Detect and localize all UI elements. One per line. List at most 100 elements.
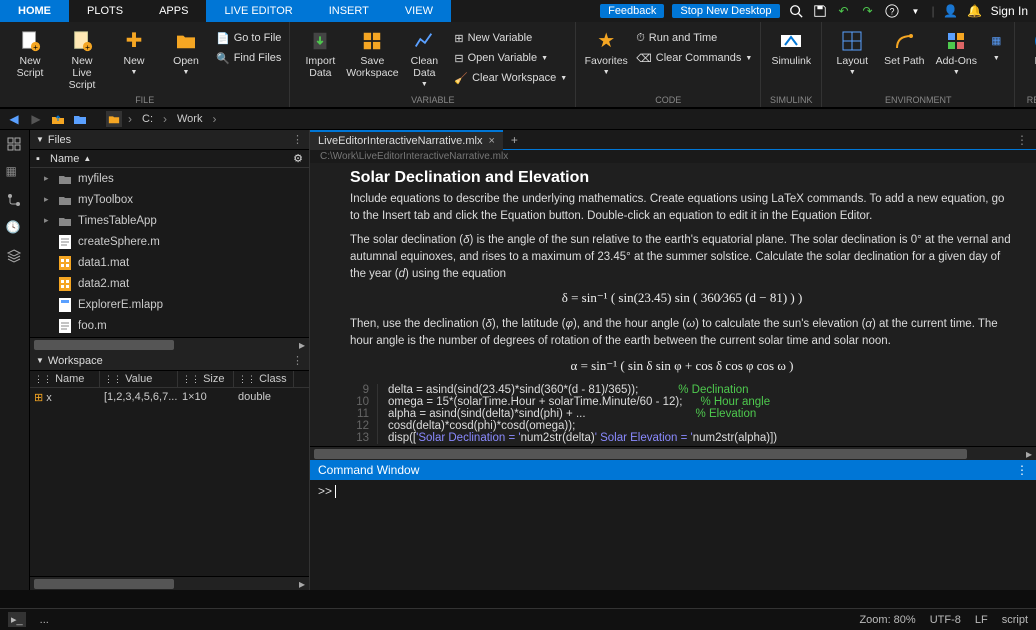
doc-para2: The solar declination (δ) is the angle o… xyxy=(350,232,1014,282)
files-menu-icon[interactable]: ⋮ xyxy=(292,133,303,146)
addons-button[interactable]: Add-Ons▼ xyxy=(932,25,980,77)
address-bar: ◀ ▶ › C: › Work › xyxy=(0,108,1036,130)
find-files-button[interactable]: 🔍Find Files xyxy=(214,49,283,67)
help-icon[interactable]: ? xyxy=(884,3,900,19)
files-panel-header[interactable]: ▼Files⋮ xyxy=(30,130,309,150)
browse-icon[interactable] xyxy=(72,111,88,127)
breadcrumb-folder[interactable]: Work xyxy=(173,113,206,125)
ws-col-value[interactable]: ⋮⋮ Value xyxy=(100,371,178,387)
folder-icon xyxy=(58,193,72,207)
file-row[interactable]: data2.mat xyxy=(30,273,309,294)
files-settings-icon[interactable]: ⚙ xyxy=(293,152,303,165)
sign-in-link[interactable]: Sign In xyxy=(991,4,1028,18)
ws-col-class[interactable]: ⋮⋮ Class xyxy=(234,371,294,387)
files-view-icon[interactable] xyxy=(6,136,24,154)
folder-root-icon[interactable] xyxy=(106,111,122,127)
file-name: data2.mat xyxy=(78,278,129,290)
group-code-label: CODE xyxy=(582,94,754,107)
bell-icon[interactable]: 🔔 xyxy=(967,3,983,19)
grid-icon[interactable]: ▦ xyxy=(6,164,24,182)
run-time-button[interactable]: ⏱Run and Time xyxy=(634,29,754,47)
var-icon: ⊞ xyxy=(34,392,43,404)
tab-live-editor[interactable]: LIVE EDITOR xyxy=(206,0,310,22)
file-row[interactable]: ExplorerE.mlapp xyxy=(30,294,309,315)
tab-plots[interactable]: PLOTS xyxy=(69,0,141,22)
help-button[interactable]: ?Help▼ xyxy=(1021,25,1036,77)
tabbar-menu-icon[interactable]: ⋮ xyxy=(1008,133,1036,147)
var-plus-icon: ⊞ xyxy=(454,32,463,45)
editor-hscroll[interactable]: ◂▸ xyxy=(310,446,1036,460)
workspace-hscroll[interactable]: ◂▸ xyxy=(30,576,309,590)
clear-workspace-button[interactable]: 🧹Clear Workspace ▼ xyxy=(452,69,569,87)
code-block[interactable]: 9delta = asind(sind(23.45)*sind(360*(d -… xyxy=(350,384,1014,444)
doc-para3: Then, use the declination (δ), the latit… xyxy=(350,316,1014,349)
workspace-panel-header[interactable]: ▼Workspace⋮ xyxy=(30,351,309,371)
search-icon[interactable] xyxy=(788,3,804,19)
new-script-button[interactable]: +New Script xyxy=(6,25,54,79)
simulink-button[interactable]: Simulink xyxy=(767,25,815,67)
tab-home[interactable]: HOME xyxy=(0,0,69,22)
cmd-menu-icon[interactable]: ⋮ xyxy=(1016,463,1028,477)
file-row[interactable]: ▸myfiles xyxy=(30,168,309,189)
file-name: myToolbox xyxy=(78,194,133,206)
user-icon[interactable]: 👤 xyxy=(943,3,959,19)
save-icon[interactable] xyxy=(812,3,828,19)
workspace-menu-icon[interactable]: ⋮ xyxy=(292,354,303,367)
up-folder-icon[interactable] xyxy=(50,111,66,127)
files-hscroll[interactable]: ◂▸ xyxy=(30,337,309,351)
set-path-button[interactable]: Set Path xyxy=(880,25,928,67)
stack-icon[interactable] xyxy=(6,248,24,266)
file-row[interactable]: ▸myToolbox xyxy=(30,189,309,210)
open-variable-button[interactable]: ⊟Open Variable ▼ xyxy=(452,49,569,67)
command-window[interactable]: >> xyxy=(310,480,1036,590)
clean-data-button[interactable]: Clean Data▼ xyxy=(400,25,448,89)
undo-icon[interactable]: ↶ xyxy=(836,3,852,19)
file-row[interactable]: createSphere.m xyxy=(30,231,309,252)
command-window-header[interactable]: Command Window⋮ xyxy=(310,460,1036,480)
new-live-script-button[interactable]: +New Live Script xyxy=(58,25,106,91)
tab-insert[interactable]: INSERT xyxy=(311,0,387,22)
file-row[interactable]: data1.mat xyxy=(30,252,309,273)
workspace-row[interactable]: ⊞ x[1,2,3,4,5,6,7...1×10double xyxy=(30,388,309,407)
status-cmd-icon[interactable]: ▸_ xyxy=(8,612,26,627)
git-icon[interactable] xyxy=(6,192,24,210)
file-row[interactable]: foo.m xyxy=(30,315,309,336)
ws-col-name[interactable]: ⋮⋮ Name xyxy=(30,371,100,387)
close-tab-icon[interactable]: × xyxy=(488,135,494,147)
ws-col-size[interactable]: ⋮⋮ Size xyxy=(178,371,234,387)
forward-icon[interactable]: ▶ xyxy=(28,111,44,127)
group-env-label: ENVIRONMENT xyxy=(828,94,1008,107)
back-icon[interactable]: ◀ xyxy=(6,111,22,127)
files-col-name[interactable]: Name xyxy=(50,153,79,165)
stop-desktop-button[interactable]: Stop New Desktop xyxy=(672,4,779,18)
tab-apps[interactable]: APPS xyxy=(141,0,206,22)
editor-tab[interactable]: LiveEditorInteractiveNarrative.mlx× xyxy=(310,130,503,150)
file-row[interactable]: ▸TimesTableApp xyxy=(30,210,309,231)
editor-body[interactable]: Solar Declination and Elevation Include … xyxy=(310,163,1036,446)
group-file-label: FILE xyxy=(6,94,283,107)
status-zoom[interactable]: Zoom: 80% xyxy=(859,614,915,626)
save-workspace-button[interactable]: Save Workspace xyxy=(348,25,396,79)
new-variable-button[interactable]: ⊞New Variable xyxy=(452,29,569,47)
favorites-button[interactable]: ★Favorites▼ xyxy=(582,25,630,77)
more-env-button[interactable]: ▦▼ xyxy=(984,25,1008,63)
dropdown-icon[interactable]: ▼ xyxy=(908,3,924,19)
open-button[interactable]: Open▼ xyxy=(162,25,210,77)
goto-file-button[interactable]: 📄Go to File xyxy=(214,29,283,47)
var-open-icon: ⊟ xyxy=(454,52,463,65)
clock-icon: ⏱ xyxy=(636,32,645,45)
history-icon[interactable]: 🕓 xyxy=(6,220,24,238)
new-button[interactable]: ✚New▼ xyxy=(110,25,158,77)
redo-icon[interactable]: ↷ xyxy=(860,3,876,19)
equation-1[interactable]: δ = sin⁻¹ ( sin(23.45) sin ( 360⁄365 (d … xyxy=(350,290,1014,306)
tab-view[interactable]: VIEW xyxy=(387,0,451,22)
clear-commands-button[interactable]: ⌫Clear Commands ▼ xyxy=(634,49,754,67)
layout-button[interactable]: Layout▼ xyxy=(828,25,876,77)
new-tab-button[interactable]: + xyxy=(503,133,526,147)
equation-2[interactable]: α = sin⁻¹ ( sin δ sin φ + cos δ cos φ co… xyxy=(350,358,1014,374)
status-bar: ▸_ ... Zoom: 80% UTF-8 LF script xyxy=(0,608,1036,630)
breadcrumb-drive[interactable]: C: xyxy=(138,113,157,125)
feedback-button[interactable]: Feedback xyxy=(600,4,664,18)
import-data-button[interactable]: Import Data xyxy=(296,25,344,79)
files-list: ▸myfiles▸myToolbox▸TimesTableAppcreateSp… xyxy=(30,168,309,337)
